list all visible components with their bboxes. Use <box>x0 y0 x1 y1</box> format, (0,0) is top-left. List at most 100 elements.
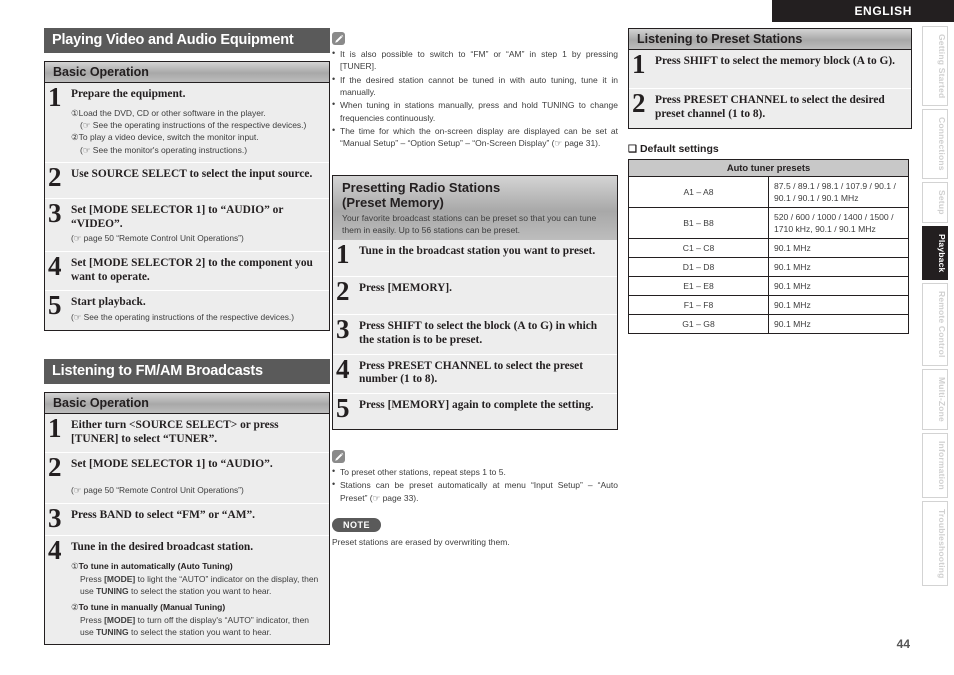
note-text: Preset stations are erased by overwritin… <box>332 537 510 548</box>
chapter-tab-label: Playback <box>937 233 947 273</box>
chapter-tab-getting-started[interactable]: Getting Started <box>922 26 948 107</box>
step-title: Either turn <SOURCE SELECT> or press [TU… <box>71 418 279 445</box>
tuning-label: To tune in manually (Manual Tuning) <box>78 602 226 613</box>
table-row: E1 – E8 90.1 MHz <box>628 276 909 297</box>
key-name: [MODE] <box>104 614 136 625</box>
chapter-tabs: Getting Started Connections Setup Playba… <box>922 26 950 589</box>
panel-title-line1: Presetting Radio Stations <box>342 179 501 195</box>
step-subtext: (☞ page 50 “Remote Control Unit Operatio… <box>71 484 244 495</box>
section-heading-fm-am-broadcasts: Listening to FM/AM Broadcasts <box>44 358 330 384</box>
language-label: ENGLISH <box>854 4 912 18</box>
language-banner: ENGLISH <box>772 0 954 22</box>
step-title: Press PRESET CHANNEL to select the prese… <box>359 359 584 386</box>
table-header-cell: Auto tuner presets <box>628 159 909 177</box>
square-bullet-icon: ❑ <box>628 144 637 155</box>
step-subtext: (☞ See the operating instructions of the… <box>71 312 295 323</box>
chapter-tab-label: Remote Control <box>937 291 947 358</box>
step-number: 5 <box>48 290 62 321</box>
memo-bullet-list: It is also possible to switch to “FM” or… <box>332 47 618 150</box>
panel-title-line2: (Preset Memory) <box>342 194 444 210</box>
chapter-tab-label: Getting Started <box>937 34 947 99</box>
step-number: 3 <box>48 502 62 533</box>
chapter-tab-setup[interactable]: Setup <box>922 182 948 223</box>
key-name: TUNING <box>96 626 129 637</box>
table-cell-value: 90.1 MHz <box>768 276 909 297</box>
step-title: Set [MODE SELECTOR 2] to the component y… <box>71 257 313 283</box>
panel-heading-presetting-radio-stations: Presetting Radio Stations (Preset Memory… <box>332 174 618 241</box>
table-header-row: Auto tuner presets <box>628 159 909 177</box>
note-badge: NOTE <box>332 518 382 533</box>
step-title: Press PRESET CHANNEL to select the desir… <box>655 94 885 120</box>
step-item: 3 Press SHIFT to select the block (A to … <box>333 314 617 353</box>
step-subtext: (☞ page 50 “Remote Control Unit Operatio… <box>71 233 244 244</box>
step-title: Use SOURCE SELECT to select the input so… <box>71 167 313 180</box>
step-number: 5 <box>336 393 350 424</box>
step-number: 2 <box>336 276 350 307</box>
step-item: 5 Start playback. (☞ See the operating i… <box>45 290 329 329</box>
steps-playing-video-audio: 1 Prepare the equipment. ①Load the DVD, … <box>44 83 330 331</box>
table-cell-value: 90.1 MHz <box>768 314 909 335</box>
ordered-item-text: Load the DVD, CD or other software in th… <box>78 107 266 118</box>
table-cell-value: 87.5 / 89.1 / 98.1 / 107.9 / 90.1 / 90.1… <box>768 175 909 209</box>
circle-marker: ① <box>71 107 79 118</box>
tuning-text: Press [MODE] to light the “AUTO” indicat… <box>80 573 319 597</box>
table-row: D1 – D8 90.1 MHz <box>628 257 909 278</box>
step-number: 2 <box>632 88 646 118</box>
chapter-tab-label: Connections <box>937 117 947 172</box>
column-three: Listening to Preset Stations 1 Press SHI… <box>628 28 912 335</box>
step-number: 1 <box>48 82 62 112</box>
ordered-item-note: (☞ See the monitor's operating instructi… <box>80 144 248 155</box>
table-cell-value: 90.1 MHz <box>768 295 909 316</box>
step-number: 4 <box>48 251 62 282</box>
circle-marker: ② <box>71 132 79 143</box>
step-number: 4 <box>336 353 350 384</box>
chapter-tab-remote-control[interactable]: Remote Control <box>922 283 948 366</box>
page-number: 44 <box>896 637 910 651</box>
step-title: Start playback. <box>71 296 146 309</box>
tuning-text: Press [MODE] to turn off the display's “… <box>80 614 310 637</box>
step-item: 1 Either turn <SOURCE SELECT> or press [… <box>45 414 329 452</box>
step-title: Press [MEMORY] again to complete the set… <box>359 399 594 412</box>
step-number: 2 <box>48 452 62 483</box>
chapter-tab-troubleshooting[interactable]: Troubleshooting <box>922 500 948 587</box>
table-row: B1 – B8 520 / 600 / 1000 / 1400 / 1500 /… <box>628 207 909 240</box>
key-name: TUNING <box>96 586 129 597</box>
memo-bullet: To preset other stations, repeat steps 1… <box>332 465 618 478</box>
section-heading-playing-video-audio: Playing Video and Audio Equipment <box>44 28 330 53</box>
panel-description: Your favorite broadcast stations can be … <box>342 213 597 235</box>
memo2-bullet-list: To preset other stations, repeat steps 1… <box>332 465 618 504</box>
step-item: 4 Press PRESET CHANNEL to select the pre… <box>333 353 617 393</box>
step-item: 3 Press BAND to select “FM” or “AM”. <box>45 502 329 535</box>
step-item: 2 Set [MODE SELECTOR 1] to “AUDIO”. (☞ p… <box>45 452 329 502</box>
steps-fm-am-broadcasts: 1 Either turn <SOURCE SELECT> or press [… <box>44 413 330 646</box>
table-row: C1 – C8 90.1 MHz <box>628 238 909 259</box>
chapter-tab-label: Multi-Zone <box>937 376 947 422</box>
circle-marker: ② <box>71 602 79 613</box>
step-number: 3 <box>336 314 350 345</box>
table-cell-key: E1 – E8 <box>628 276 769 297</box>
subheading-basic-operation-2: Basic Operation <box>44 391 330 414</box>
default-settings-heading: ❑ Default settings <box>628 143 912 155</box>
step-title: Tune in the broadcast station you want t… <box>359 245 596 258</box>
ordered-item: ①Load the DVD, CD or other software in t… <box>71 107 323 119</box>
auto-tuner-presets-table: Auto tuner presets A1 – A8 87.5 / 89.1 /… <box>628 159 909 335</box>
step-title: Press SHIFT to select the block (A to G)… <box>359 320 598 347</box>
step-item: 2 Use SOURCE SELECT to select the input … <box>45 161 329 198</box>
table-row: F1 – F8 90.1 MHz <box>628 295 909 316</box>
step-item: 2 Press [MEMORY]. <box>333 276 617 314</box>
step-item: 2 Press PRESET CHANNEL to select the des… <box>629 88 911 128</box>
step-number: 1 <box>632 49 646 79</box>
chapter-tab-connections[interactable]: Connections <box>922 109 948 180</box>
ordered-item-text: To play a video device, switch the monit… <box>78 132 259 143</box>
chapter-tab-label: Information <box>937 440 947 490</box>
table-cell-key: C1 – C8 <box>628 238 769 259</box>
chapter-tab-playback[interactable]: Playback <box>922 225 948 281</box>
column-two: It is also possible to switch to “FM” or… <box>332 28 618 548</box>
step-title: Press BAND to select “FM” or “AM”. <box>71 508 255 521</box>
chapter-tab-information[interactable]: Information <box>922 432 948 498</box>
memo-bullet: When tuning in stations manually, press … <box>332 98 618 124</box>
tuning-item: ①To tune in automatically (Auto Tuning) <box>71 560 323 572</box>
chapter-tab-multi-zone[interactable]: Multi-Zone <box>922 368 948 430</box>
step-number: 2 <box>48 161 62 192</box>
step-item: 4 Set [MODE SELECTOR 2] to the component… <box>45 251 329 290</box>
